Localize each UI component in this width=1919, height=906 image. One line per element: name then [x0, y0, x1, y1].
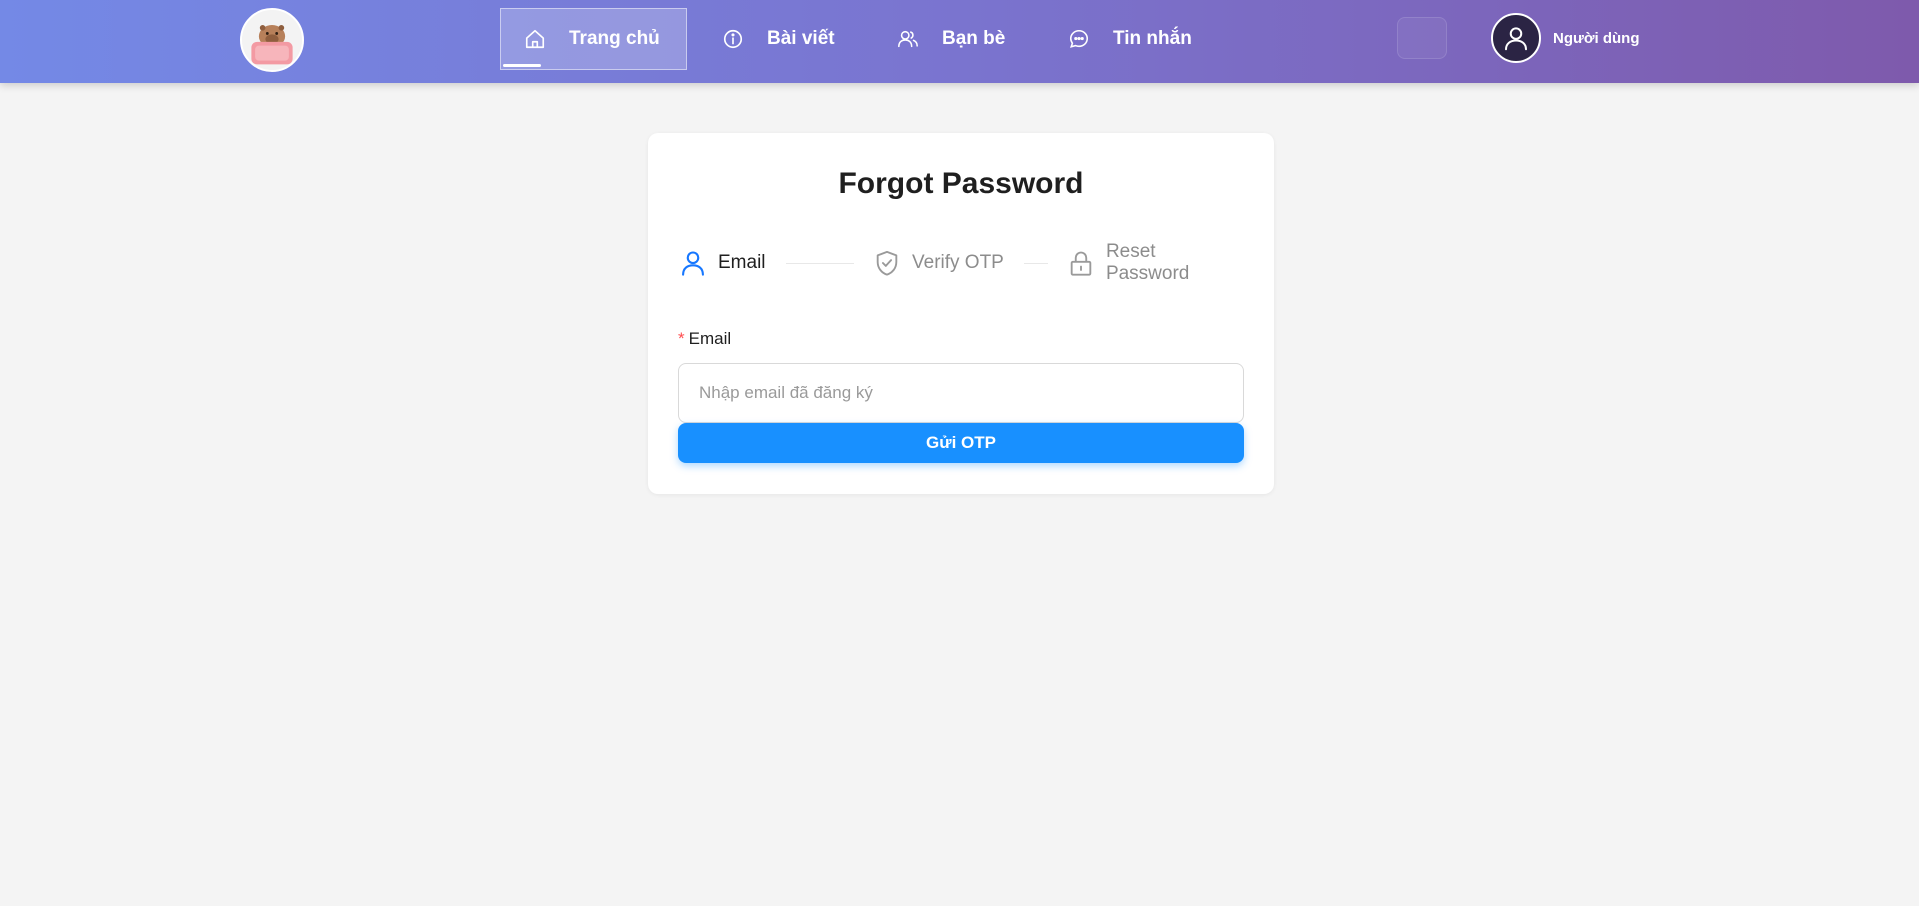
step-email: Email — [678, 243, 766, 283]
shield-check-icon — [872, 248, 902, 278]
nav-item-messages[interactable]: Tin nhắn — [1067, 8, 1192, 70]
required-mark: * — [678, 329, 685, 348]
nav-item-posts[interactable]: Bài viết — [721, 8, 835, 70]
nav-item-label: Bạn bè — [942, 28, 1006, 49]
page-title: Forgot Password — [838, 167, 1084, 200]
info-icon — [721, 27, 745, 51]
user-menu[interactable]: Người dùng — [1491, 12, 1640, 64]
send-otp-button[interactable]: Gửi OTP — [678, 423, 1244, 463]
forgot-password-card: Forgot Password Email Verify OTP Reset P… — [648, 133, 1274, 494]
nav-item-label: Bài viết — [767, 28, 835, 49]
step-connector — [786, 263, 854, 264]
step-connector — [1024, 263, 1048, 264]
user-name: Người dùng — [1553, 29, 1640, 47]
home-icon — [523, 27, 547, 51]
friends-icon — [896, 27, 920, 51]
message-icon — [1067, 27, 1091, 51]
step-reset-password: Reset Password — [1066, 241, 1244, 284]
step-label: Email — [718, 252, 766, 273]
step-verify-otp: Verify OTP — [872, 243, 1004, 283]
capybara-logo-icon[interactable] — [240, 8, 304, 72]
notification-button[interactable] — [1397, 17, 1447, 59]
email-input[interactable] — [678, 363, 1244, 423]
top-navbar: Trang chủ Bài viết Bạn bè Tin nhắn Người… — [0, 0, 1919, 83]
steps-indicator: Email Verify OTP Reset Password — [678, 241, 1244, 284]
lock-icon — [1066, 248, 1096, 278]
user-icon — [1491, 13, 1541, 63]
active-underline — [503, 64, 541, 67]
email-label: * Email — [678, 329, 731, 349]
nav-item-friends[interactable]: Bạn bè — [896, 8, 1005, 70]
email-label-text: Email — [688, 329, 732, 348]
step-label: Reset Password — [1105, 241, 1190, 284]
nav-item-label: Tin nhắn — [1113, 28, 1192, 49]
nav-item-label: Trang chủ — [569, 28, 660, 49]
nav-item-home[interactable]: Trang chủ — [500, 8, 687, 70]
user-icon — [678, 248, 708, 278]
step-label: Verify OTP — [912, 252, 1004, 273]
